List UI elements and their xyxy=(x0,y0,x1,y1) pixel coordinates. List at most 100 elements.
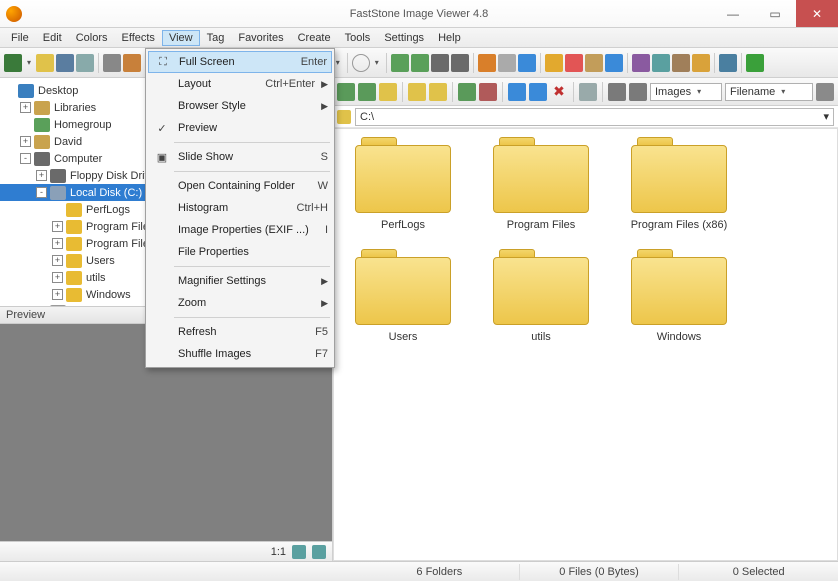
list-icon[interactable] xyxy=(629,83,647,101)
open-icon[interactable] xyxy=(36,54,54,72)
nav-fwd-icon[interactable] xyxy=(358,83,376,101)
folder-thumb[interactable]: Windows xyxy=(620,249,738,343)
filter-combo[interactable]: Images▾ xyxy=(650,83,722,101)
folder-thumb[interactable]: utils xyxy=(482,249,600,343)
crop-icon[interactable] xyxy=(518,54,536,72)
saveas-icon[interactable] xyxy=(76,54,94,72)
menu-item[interactable]: Magnifier Settings▶ xyxy=(148,270,332,292)
menu-item[interactable]: LayoutCtrl+Enter▶ xyxy=(148,73,332,95)
expand-toggle[interactable]: + xyxy=(52,255,63,266)
menu-item-label: Image Properties (EXIF ...) xyxy=(178,224,319,236)
menu-item[interactable]: HistogramCtrl+H xyxy=(148,197,332,219)
delete-icon[interactable]: ✖ xyxy=(550,83,568,101)
menu-file[interactable]: File xyxy=(4,30,36,46)
menu-tools[interactable]: Tools xyxy=(338,30,378,46)
folder-icon xyxy=(631,249,727,325)
expand-toggle[interactable]: + xyxy=(52,221,63,232)
menu-item[interactable]: Zoom▶ xyxy=(148,292,332,314)
folder-thumb[interactable]: Program Files xyxy=(482,137,600,231)
status-bar: 6 Folders 0 Files (0 Bytes) 0 Selected xyxy=(0,561,838,581)
menu-help[interactable]: Help xyxy=(431,30,468,46)
email-icon[interactable] xyxy=(123,54,141,72)
adjust-light-icon[interactable] xyxy=(545,54,563,72)
expand-toggle[interactable]: + xyxy=(52,289,63,300)
maximize-button[interactable]: ▭ xyxy=(754,0,796,27)
folder-thumb[interactable]: Program Files (x86) xyxy=(620,137,738,231)
watermark-icon[interactable] xyxy=(692,54,710,72)
resize-icon[interactable] xyxy=(478,54,496,72)
minimize-button[interactable]: — xyxy=(712,0,754,27)
menu-colors[interactable]: Colors xyxy=(69,30,115,46)
menu-view[interactable]: View xyxy=(162,30,200,46)
fullscreen2-icon[interactable] xyxy=(746,54,764,72)
sharpen-icon[interactable] xyxy=(585,54,603,72)
folder-thumb[interactable]: PerfLogs xyxy=(344,137,462,231)
redeye-icon[interactable] xyxy=(605,54,623,72)
menu-item[interactable]: Browser Style▶ xyxy=(148,95,332,117)
path-field[interactable]: C:\ ▾ xyxy=(355,108,834,126)
clone-icon[interactable] xyxy=(632,54,650,72)
tree-label: Libraries xyxy=(54,102,96,114)
expand-toggle[interactable]: - xyxy=(36,187,47,198)
folder-thumb[interactable]: Users xyxy=(344,249,462,343)
menu-settings[interactable]: Settings xyxy=(377,30,431,46)
submenu-arrow-icon: ▶ xyxy=(321,101,328,112)
fav-icon[interactable] xyxy=(408,83,426,101)
flip-v-icon[interactable] xyxy=(451,54,469,72)
menu-item[interactable]: Open Containing FolderW xyxy=(148,175,332,197)
menu-favorites[interactable]: Favorites xyxy=(231,30,290,46)
sort-combo[interactable]: Filename▾ xyxy=(725,83,813,101)
hand-icon[interactable] xyxy=(352,54,370,72)
menu-item[interactable]: ⛶Full ScreenEnter xyxy=(148,51,332,73)
save-icon[interactable] xyxy=(56,54,74,72)
menu-item[interactable]: Shuffle ImagesF7 xyxy=(148,343,332,365)
menu-item[interactable]: RefreshF5 xyxy=(148,321,332,343)
select-icon[interactable] xyxy=(579,83,597,101)
adjust-color-icon[interactable] xyxy=(565,54,583,72)
copy-to-icon[interactable] xyxy=(508,83,526,101)
menu-item[interactable]: ✓Preview xyxy=(148,117,332,139)
compare-icon[interactable] xyxy=(719,54,737,72)
folder-label: Program Files xyxy=(507,219,575,231)
text-icon[interactable] xyxy=(652,54,670,72)
thumbnail-area[interactable]: PerfLogs Program Files Program Files (x86)… xyxy=(333,128,838,561)
folder-icon xyxy=(355,249,451,325)
menu-effects[interactable]: Effects xyxy=(115,30,162,46)
expand-toggle[interactable]: - xyxy=(20,153,31,164)
nav-up-icon[interactable] xyxy=(379,83,397,101)
expand-toggle[interactable]: + xyxy=(36,170,47,181)
expand-toggle[interactable]: + xyxy=(20,136,31,147)
nav-back-icon[interactable] xyxy=(337,83,355,101)
tree-label: David xyxy=(54,136,82,148)
menu-item[interactable]: ▣Slide ShowS xyxy=(148,146,332,168)
acquire-drop[interactable]: ▾ xyxy=(24,55,34,71)
menu-create[interactable]: Create xyxy=(291,30,338,46)
expand-toggle[interactable]: + xyxy=(52,238,63,249)
menu-item[interactable]: File Properties xyxy=(148,241,332,263)
menu-shortcut: Ctrl+H xyxy=(297,202,328,214)
acquire-icon[interactable] xyxy=(4,54,22,72)
sort-dir-icon[interactable] xyxy=(816,83,834,101)
menu-item-icon: ⛶ xyxy=(153,56,173,69)
menu-item[interactable]: Image Properties (EXIF ...)I xyxy=(148,219,332,241)
flip-h-icon[interactable] xyxy=(431,54,449,72)
stop-icon[interactable] xyxy=(479,83,497,101)
menu-tag[interactable]: Tag xyxy=(200,30,232,46)
print-icon[interactable] xyxy=(103,54,121,72)
frame-icon[interactable] xyxy=(672,54,690,72)
expand-toggle[interactable]: + xyxy=(52,272,63,283)
hand-drop[interactable]: ▾ xyxy=(372,55,382,71)
thumb-size-icon[interactable] xyxy=(608,83,626,101)
canvas-icon[interactable] xyxy=(498,54,516,72)
close-button[interactable]: ✕ xyxy=(796,0,838,27)
menu-shortcut: F7 xyxy=(315,348,328,360)
refresh-icon[interactable] xyxy=(458,83,476,101)
fav2-icon[interactable] xyxy=(429,83,447,101)
actual-icon[interactable] xyxy=(312,545,326,559)
move-to-icon[interactable] xyxy=(529,83,547,101)
menu-edit[interactable]: Edit xyxy=(36,30,69,46)
fit-icon[interactable] xyxy=(292,545,306,559)
rotate-right-icon[interactable] xyxy=(411,54,429,72)
rotate-left-icon[interactable] xyxy=(391,54,409,72)
expand-toggle[interactable]: + xyxy=(20,102,31,113)
